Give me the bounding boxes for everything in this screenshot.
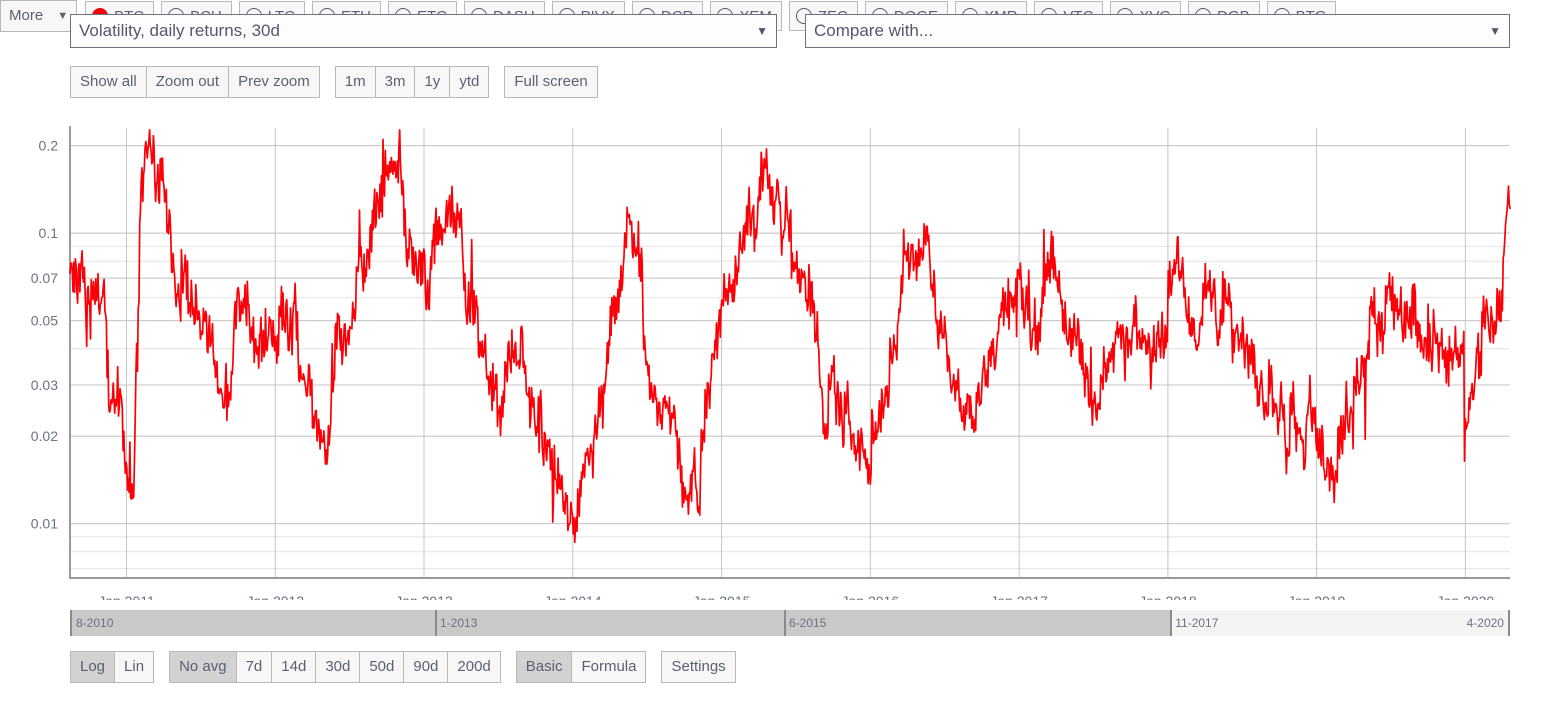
bottom-button-14d[interactable]: 14d (271, 651, 316, 683)
fullscreen-controls: Full screen (504, 66, 598, 98)
chart-minor-gridlines (70, 145, 1510, 570)
y-axis-tick-label: 0.1 (39, 225, 59, 241)
x-axis-tick-label: Jan 2016 (841, 593, 899, 600)
navigator-segment-label: 11-2017 (1175, 616, 1219, 630)
navigator-divider (1170, 610, 1173, 636)
top-button-ytd[interactable]: ytd (449, 66, 490, 98)
y-axis-tick-label: 0.01 (31, 516, 58, 532)
x-axis-tick-label: Jan 2013 (395, 593, 453, 600)
compare-select-value: Compare with... (814, 21, 934, 40)
navigator-segment-label: 8-2010 (76, 616, 114, 630)
chart-zoom-toolbar: Show all Zoom out Prev zoom 1m 3m 1y ytd Full s… (70, 66, 613, 98)
y-axis-tick-label: 0.03 (31, 377, 58, 393)
bottom-button-log[interactable]: Log (70, 651, 115, 683)
top-button-1m[interactable]: 1m (334, 66, 375, 98)
bottom-button-formula[interactable]: Formula (571, 651, 647, 683)
bottom-button-50d[interactable]: 50d (359, 651, 404, 683)
y-axis-tick-label: 0.07 (31, 270, 58, 286)
y-axis-tick-label: 0.05 (31, 313, 58, 329)
chevron-down-icon: ▼ (1489, 24, 1501, 38)
top-button-1y[interactable]: 1y (414, 66, 450, 98)
navigator-divider (435, 610, 438, 636)
bottom-button-settings[interactable]: Settings (661, 651, 736, 683)
range-controls: 1m 3m 1y ytd (334, 66, 490, 98)
chart-options-toolbar: Log Lin No avg 7d 14d 30d 50d 90d 200d Basic Formu… (70, 651, 751, 683)
y-axis-tick-label: 0.02 (31, 428, 58, 444)
bottom-button-no-avg[interactable]: No avg (169, 651, 236, 683)
x-axis-tick-label: Jan 2014 (544, 593, 602, 600)
x-axis-tick-label: Jan 2015 (693, 593, 751, 600)
x-axis-tick-label: Jan 2017 (990, 593, 1048, 600)
x-axis-tick-label: Jan 2020 (1437, 593, 1495, 600)
scale-controls: Log Lin (70, 651, 155, 683)
volatility-chart-page: Volatility, daily returns, 30d ▼ Compare… (0, 0, 1567, 727)
settings-controls: Settings (661, 651, 736, 683)
chevron-down-icon: ▼ (756, 24, 768, 38)
compare-select[interactable]: Compare with... ▼ (805, 14, 1510, 48)
bottom-button-200d[interactable]: 200d (447, 651, 501, 683)
series-line-btc (69, 129, 1511, 544)
navigator-segment[interactable]: 1-2013 (436, 610, 785, 636)
x-axis-tick-label: Jan 2012 (246, 593, 304, 600)
navigator-segment[interactable]: 11-2017 4-2020 (1171, 610, 1508, 636)
volatility-line-chart[interactable]: 0.20.10.070.050.030.020.01Jan 2011Jan 20… (0, 110, 1567, 600)
top-button-show-all[interactable]: Show all (70, 66, 146, 98)
date-range-navigator[interactable]: 8-2010 1-2013 6-2015 11-2017 4-2020 (70, 610, 1510, 636)
metric-select-value: Volatility, daily returns, 30d (79, 21, 280, 40)
bottom-button-30d[interactable]: 30d (315, 651, 360, 683)
top-button-full-screen[interactable]: Full screen (504, 66, 598, 98)
average-controls: No avg 7d 14d 30d 50d 90d 200d (169, 651, 501, 683)
navigator-segment[interactable]: 8-2010 (72, 610, 437, 636)
mode-controls: Basic Formula (515, 651, 647, 683)
navigator-divider (783, 610, 786, 636)
bottom-button-90d[interactable]: 90d (403, 651, 448, 683)
x-axis-tick-label: Jan 2011 (98, 593, 155, 600)
top-button-3m[interactable]: 3m (374, 66, 415, 98)
chart-x-gridlines: Jan 2011 Jan 2012 Jan 2013 Jan 2014 Jan 2015… (98, 128, 1494, 600)
navigator-segment[interactable]: 6-2015 (784, 610, 1172, 636)
bottom-button-basic[interactable]: Basic (515, 651, 572, 683)
navigator-segment-label: 1-2013 (440, 616, 478, 630)
chart-area[interactable]: 0.20.10.070.050.030.020.01Jan 2011Jan 20… (0, 110, 1567, 600)
metric-select[interactable]: Volatility, daily returns, 30d ▼ (70, 14, 777, 48)
navigator-end-label: 4-2020 (1466, 616, 1504, 630)
navigator-segment-label: 6-2015 (788, 616, 827, 630)
y-axis-tick-label: 0.2 (39, 138, 59, 154)
x-axis-tick-label: Jan 2019 (1288, 593, 1346, 600)
bottom-button-lin[interactable]: Lin (114, 651, 155, 683)
bottom-button-7d[interactable]: 7d (235, 651, 272, 683)
select-row: Volatility, daily returns, 30d ▼ Compare… (0, 14, 1567, 50)
top-button-prev-zoom[interactable]: Prev zoom (228, 66, 320, 98)
top-button-zoom-out[interactable]: Zoom out (145, 66, 229, 98)
zoom-controls: Show all Zoom out Prev zoom (70, 66, 320, 98)
x-axis-tick-label: Jan 2018 (1139, 593, 1197, 600)
